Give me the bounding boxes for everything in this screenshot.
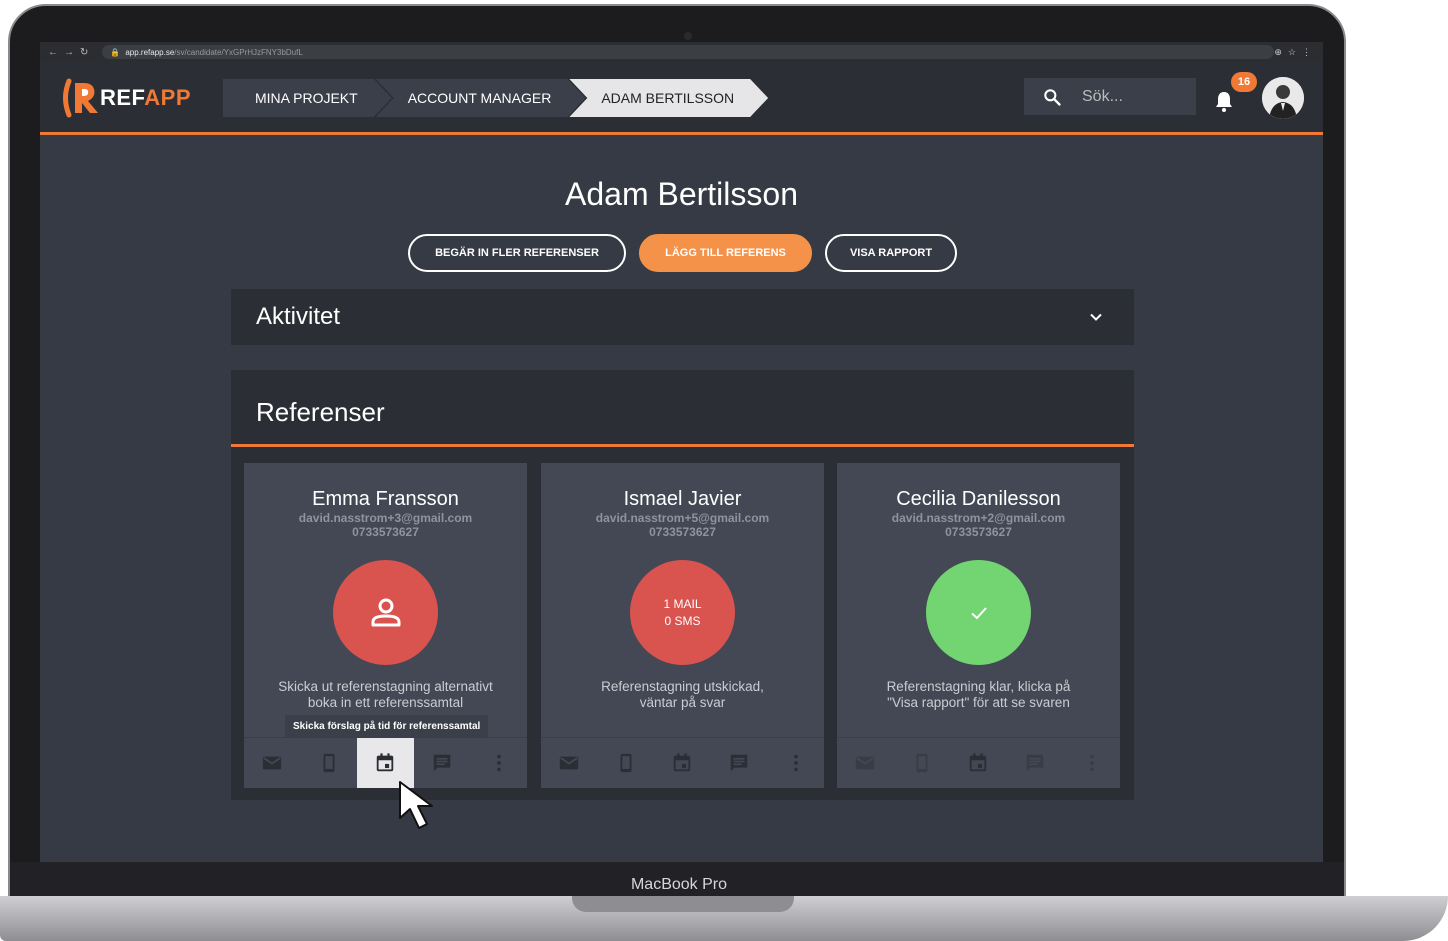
status-circle[interactable] [926, 560, 1031, 665]
chat-icon [1026, 754, 1044, 772]
divider [231, 444, 1134, 447]
model-label: MacBook Pro [630, 876, 728, 893]
action-buttons: BEGÄR IN FLER REFERENSER LÄGG TILL REFER… [408, 234, 957, 272]
phone-icon [620, 753, 632, 773]
send-sms-button[interactable] [894, 738, 951, 788]
reference-email: david.nasstrom+5@gmail.com [595, 511, 770, 525]
references-title: Referenser [256, 397, 385, 427]
cursor-arrow-icon [399, 781, 433, 829]
add-reference-button[interactable]: LÄGG TILL REFERENS [639, 234, 812, 272]
more-vertical-icon [793, 754, 798, 772]
reference-name: Emma Fransson [312, 488, 459, 510]
url-host: app.refapp.se [125, 47, 175, 57]
reference-actions [244, 737, 527, 788]
page-title: Adam Bertilsson [565, 176, 798, 212]
camera [684, 32, 692, 40]
reference-name: Ismael Javier [623, 488, 742, 510]
chat-icon [730, 754, 748, 772]
breadcrumb-adam-bertilsson[interactable]: ADAM BERTILSSON [569, 79, 768, 117]
status-circle: 1 MAIL 0 SMS [630, 560, 735, 665]
url-path: /sv/candidate/YxGPrHJzFNY3bDufL [174, 47, 303, 57]
mail-icon [560, 756, 579, 770]
send-message-button[interactable] [711, 738, 768, 788]
request-more-references-button[interactable]: BEGÄR IN FLER REFERENSER [408, 234, 626, 272]
bell-icon[interactable] [1212, 89, 1236, 113]
logo-mark-icon [63, 78, 98, 118]
send-mail-button[interactable] [837, 738, 894, 788]
refapp-logo[interactable]: REFAPP [60, 77, 191, 119]
send-sms-button[interactable] [301, 738, 358, 788]
laptop-notch [572, 896, 794, 912]
activity-panel[interactable]: Aktivitet [231, 289, 1134, 345]
reference-actions [541, 737, 824, 788]
breadcrumb: MINA PROJEKT ACCOUNT MANAGER ADAM BERTIL… [223, 79, 752, 117]
send-mail-button[interactable] [244, 738, 301, 788]
mail-icon [856, 756, 875, 770]
browser-extension-icons[interactable]: ⊕☆⋮ [1274, 47, 1317, 58]
activity-title: Aktivitet [256, 303, 341, 330]
calendar-icon [674, 753, 691, 772]
phone-icon [916, 753, 928, 773]
check-icon [970, 606, 987, 619]
reference-card: Cecilia Danilesson david.nasstrom+2@gmai… [837, 463, 1120, 788]
search-input[interactable]: Sök... [1024, 78, 1196, 115]
lock-icon: 🔒 [110, 47, 121, 57]
send-sms-button[interactable] [598, 738, 655, 788]
reference-phone: 0733573627 [352, 525, 419, 539]
more-options-button[interactable] [470, 738, 527, 788]
more-vertical-icon [1089, 754, 1094, 772]
app-header: REFAPP MINA PROJEKT ACCOUNT MANAGER ADAM… [40, 62, 1323, 135]
reference-actions [837, 737, 1120, 788]
reference-phone: 0733573627 [945, 525, 1012, 539]
more-options-button[interactable] [1063, 738, 1120, 788]
phone-icon [323, 753, 335, 773]
reference-email: david.nasstrom+2@gmail.com [891, 511, 1066, 525]
url-bar[interactable]: 🔒 app.refapp.se/sv/candidate/YxGPrHJzFNY… [102, 45, 1275, 59]
calendar-icon [970, 753, 987, 772]
notification-badge: 16 [1231, 72, 1257, 92]
reference-card: Emma Fransson david.nasstrom+3@gmail.com… [244, 463, 527, 788]
reference-phone: 0733573627 [649, 525, 716, 539]
reference-description: Skicka ut referenstagning alternativt bo… [278, 679, 493, 710]
chevron-down-icon[interactable] [1088, 309, 1104, 325]
more-vertical-icon [496, 754, 501, 772]
more-options-button[interactable] [767, 738, 824, 788]
logo-text: REFAPP [100, 85, 192, 110]
schedule-call-button[interactable] [950, 738, 1007, 788]
mail-icon [263, 756, 282, 770]
tooltip: Skicka förslag på tid för referenssamtal [285, 715, 489, 737]
sms-count: 0 SMS [664, 613, 701, 628]
search-icon [1044, 88, 1061, 106]
search-placeholder: Sök... [1082, 87, 1123, 105]
avatar-photo [1262, 77, 1304, 119]
schedule-call-button[interactable] [654, 738, 711, 788]
send-mail-button[interactable] [541, 738, 598, 788]
reference-description: Referenstagning utskickad, väntar på sva… [601, 679, 764, 710]
chat-icon [433, 754, 451, 772]
avatar[interactable] [1262, 77, 1304, 119]
browser-bar: ←→↻ 🔒 app.refapp.se/sv/candidate/YxGPrHJ… [40, 42, 1323, 62]
person-icon [371, 598, 400, 626]
status-circle [333, 560, 438, 665]
breadcrumb-mina-projekt[interactable]: MINA PROJEKT [223, 79, 392, 117]
reference-name: Cecilia Danilesson [896, 488, 1061, 510]
screen: ←→↻ 🔒 app.refapp.se/sv/candidate/YxGPrHJ… [40, 42, 1323, 862]
reference-description: Referenstagning klar, klicka på "Visa ra… [886, 679, 1071, 710]
reference-card: Ismael Javier david.nasstrom+5@gmail.com… [541, 463, 824, 788]
reference-email: david.nasstrom+3@gmail.com [298, 511, 473, 525]
breadcrumb-account-manager[interactable]: ACCOUNT MANAGER [376, 79, 586, 117]
calendar-icon [377, 753, 394, 772]
browser-nav-icons[interactable]: ←→↻ [48, 47, 94, 58]
send-message-button[interactable] [1007, 738, 1064, 788]
mail-count: 1 MAIL [663, 596, 702, 611]
show-report-button[interactable]: VISA RAPPORT [825, 234, 957, 272]
